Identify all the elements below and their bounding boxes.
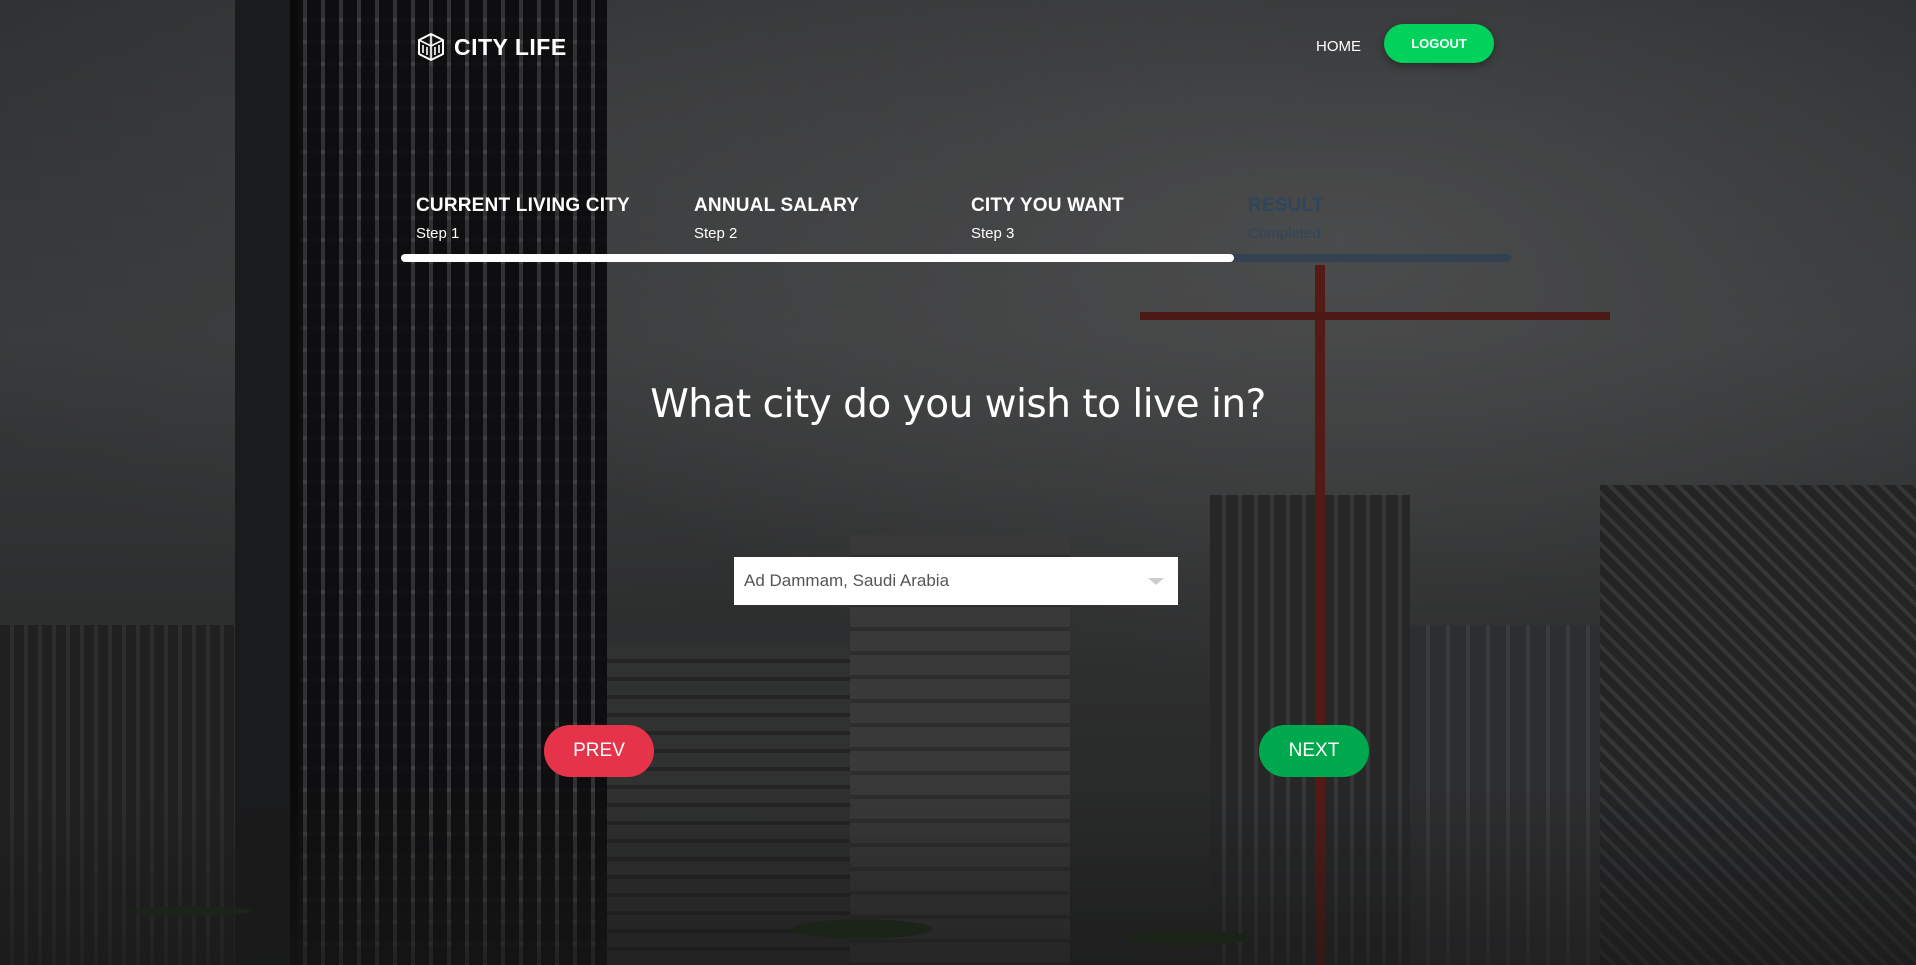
next-button[interactable]: NEXT (1259, 725, 1369, 777)
step-city-you-want: CITY YOU WANT Step 3 (971, 195, 1124, 242)
progress-track (401, 254, 1511, 262)
step-title: ANNUAL SALARY (694, 195, 860, 216)
step-subtitle: Step 3 (971, 225, 1015, 242)
progress-fill (401, 254, 1234, 262)
chevron-down-icon (1148, 578, 1164, 585)
brand-name: CITY LIFE (454, 33, 567, 60)
background-city-photo (0, 0, 1916, 965)
step-subtitle: Completed (1248, 225, 1321, 242)
city-select-value: Ad Dammam, Saudi Arabia (744, 571, 950, 590)
step-annual-salary: ANNUAL SALARY Step 2 (694, 195, 859, 242)
step-progress: CURRENT LIVING CITY Step 1 ANNUAL SALARY… (401, 195, 1511, 265)
question-heading: What city do you wish to live in? (650, 382, 1266, 427)
brand-logo[interactable]: CITY LIFE (416, 32, 567, 62)
step-result: RESULT Completed (1248, 195, 1324, 242)
step-title: RESULT (1248, 195, 1324, 216)
step-title: CITY YOU WANT (971, 195, 1124, 216)
top-nav: HOME LOGOUT (1316, 24, 1494, 63)
nav-home-link[interactable]: HOME (1316, 38, 1361, 55)
step-subtitle: Step 1 (416, 225, 460, 242)
city-select[interactable]: Ad Dammam, Saudi Arabia (734, 557, 1178, 605)
step-current-living-city: CURRENT LIVING CITY Step 1 (416, 195, 630, 242)
prev-button[interactable]: PREV (544, 725, 654, 777)
buildings-icon (418, 33, 444, 61)
step-title: CURRENT LIVING CITY (416, 195, 630, 216)
step-subtitle: Step 2 (694, 225, 738, 242)
logout-button[interactable]: LOGOUT (1384, 24, 1494, 63)
